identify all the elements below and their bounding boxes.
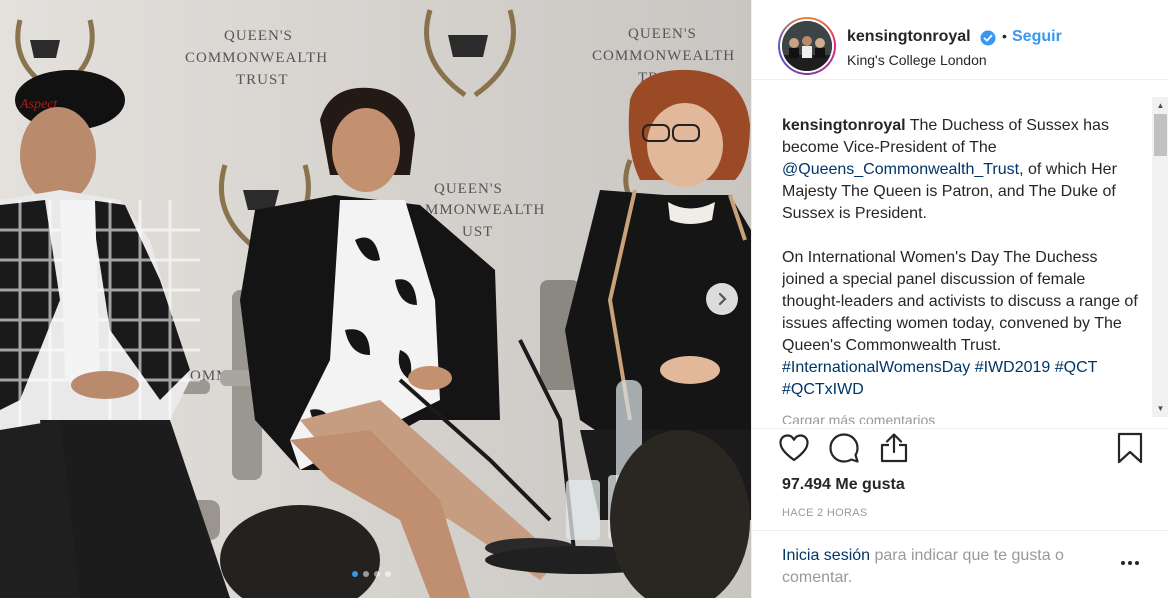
hashtag-link[interactable]: #InternationalWomensDay [782,359,970,376]
photo-scene: QUEEN'S COMMONWEALTH TRUST QUEEN'S COMMO… [0,0,751,598]
verified-badge-icon [980,30,996,46]
post-side-panel: kensingtonroyal • Seguir King's College … [751,0,1168,598]
hashtag-link[interactable]: #QCTxIWD [782,381,864,398]
caption-username[interactable]: kensingtonroyal [782,117,906,134]
carousel-dot [374,571,380,577]
location-link[interactable]: King's College London [847,52,987,68]
likes-count[interactable]: 97.494 Me gusta [782,476,905,494]
svg-text:TRUST: TRUST [236,72,289,88]
share-icon [880,433,908,463]
scroll-down-arrow-icon[interactable]: ▼ [1152,400,1168,417]
instagram-post: QUEEN'S COMMONWEALTH TRUST QUEEN'S COMMO… [0,0,1168,598]
login-link[interactable]: Inicia sesión [782,547,870,564]
svg-text:MMONWEALTH: MMONWEALTH [425,202,545,218]
save-button[interactable] [1114,432,1146,464]
next-arrow-icon [718,292,727,306]
mention-link[interactable]: @Queens_Commonwealth_Trust [782,161,1019,178]
next-slide-button[interactable] [706,283,738,315]
hashtag-link[interactable]: #IWD2019 [975,359,1051,376]
svg-text:COMMONWEALTH: COMMONWEALTH [185,50,328,66]
scrollbar-thumb[interactable] [1154,114,1167,156]
caption: kensingtonroyal The Duchess of Sussex ha… [782,115,1142,425]
hashtag-link[interactable]: #QCT [1055,359,1097,376]
avatar-image [782,21,832,71]
post-actions [778,432,1148,464]
svg-text:UST: UST [462,224,493,240]
carousel-indicator [352,571,391,577]
caption-text: On International Women's Day The Duchess… [782,249,1138,354]
avatar[interactable] [778,17,836,75]
more-options-icon[interactable] [1118,555,1142,571]
header-separator: • [1002,28,1007,44]
carousel-dot [352,571,358,577]
header-username[interactable]: kensingtonroyal [847,28,971,46]
post-header: kensingtonroyal • Seguir King's College … [752,0,1168,80]
divider [752,428,1168,429]
comment-button[interactable] [828,432,860,464]
heart-icon [779,434,809,462]
login-prompt: Inicia sesión para indicar que te gusta … [782,545,1112,589]
caption-scrollbar[interactable]: ▲ ▼ [1152,97,1168,417]
load-more-comments[interactable]: Cargar más comentarios [782,410,935,424]
scroll-up-arrow-icon[interactable]: ▲ [1152,97,1168,114]
like-button[interactable] [778,432,810,464]
carousel-dot [363,571,369,577]
follow-button[interactable]: Seguir [1012,28,1062,46]
divider [752,530,1168,531]
bookmark-icon [1117,432,1143,464]
post-timestamp[interactable]: HACE 2 HORAS [782,507,868,519]
svg-text:COMMONWEALTH: COMMONWEALTH [592,48,735,64]
svg-text:QUEEN'S: QUEEN'S [434,181,503,197]
share-button[interactable] [878,432,910,464]
comment-icon [829,433,859,463]
post-photo[interactable]: QUEEN'S COMMONWEALTH TRUST QUEEN'S COMMO… [0,0,751,598]
svg-text:QUEEN'S: QUEEN'S [628,26,697,42]
carousel-dot [385,571,391,577]
svg-text:QUEEN'S: QUEEN'S [224,28,293,44]
